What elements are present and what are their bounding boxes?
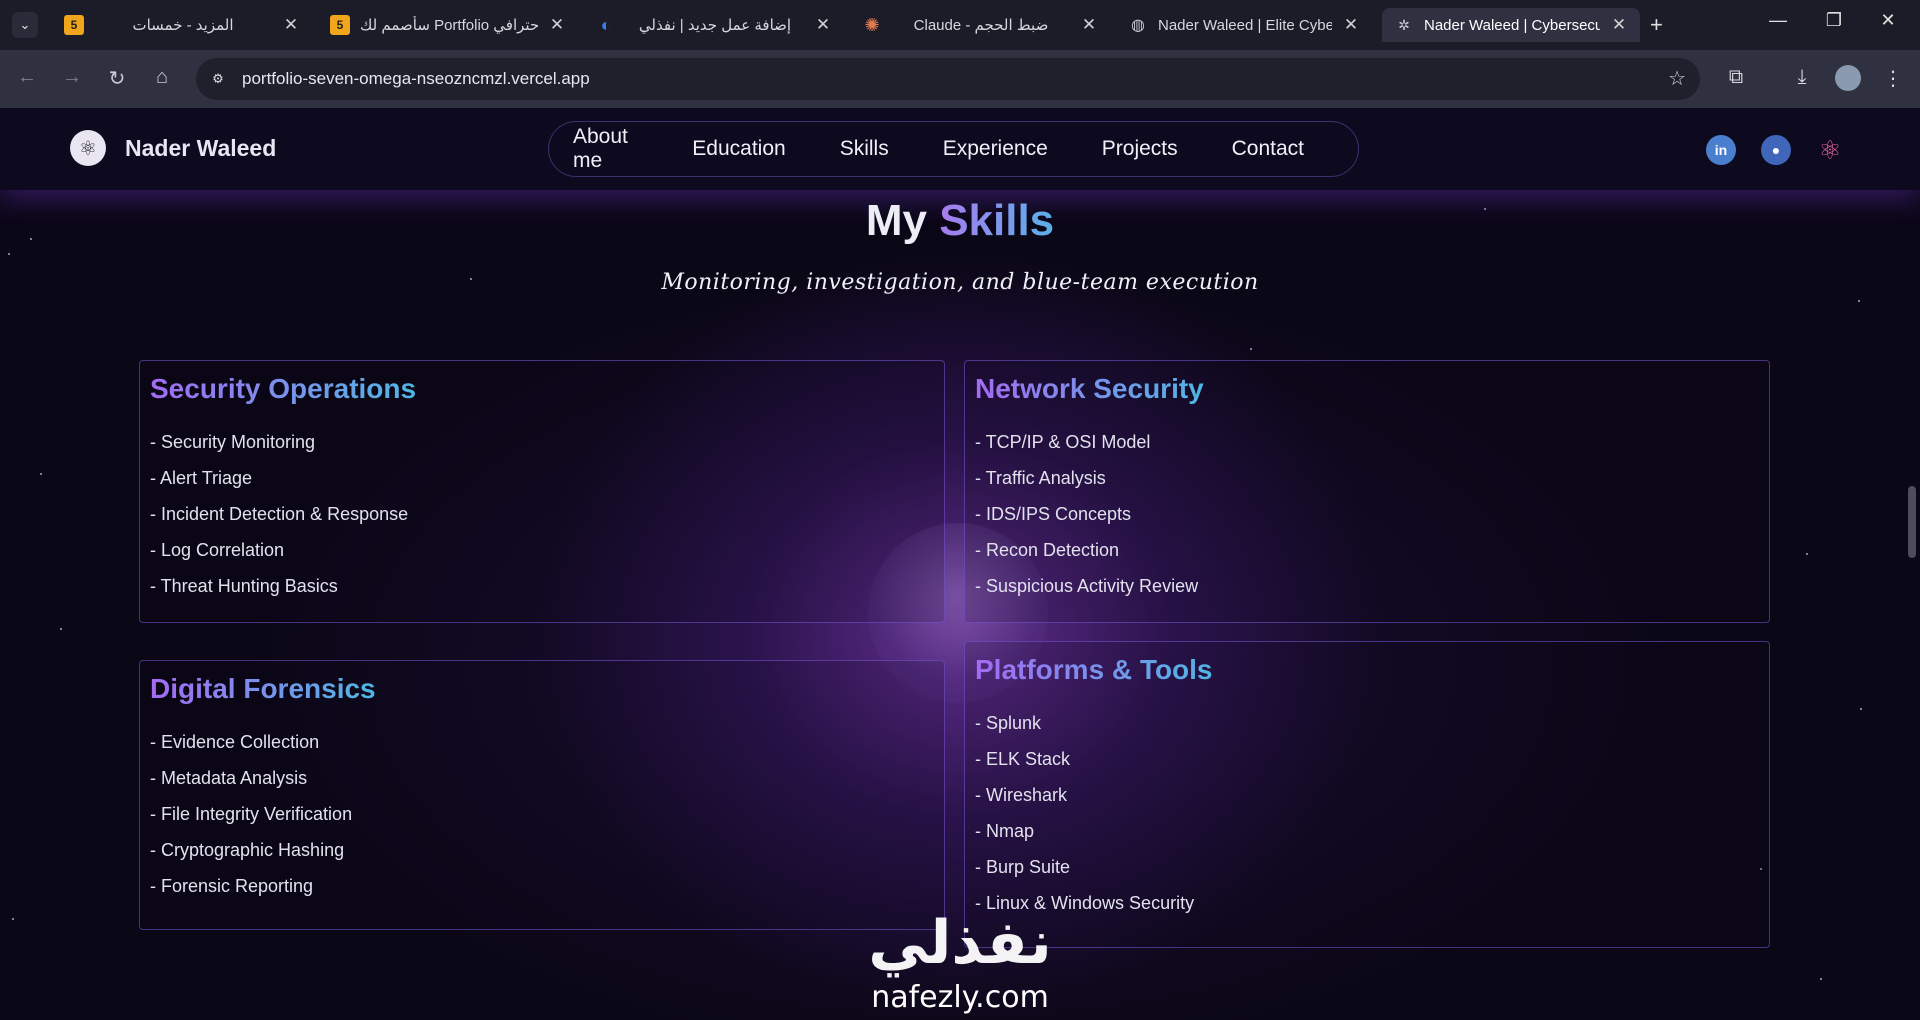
- tab-0[interactable]: 5 المزيد - خمسات ✕: [52, 8, 312, 42]
- list-item: - Incident Detection & Response: [150, 504, 409, 524]
- menu-icon[interactable]: ⋮: [1879, 66, 1907, 91]
- download-icon[interactable]: ⤓: [1788, 66, 1816, 89]
- main-menu: About me Education Skills Experience Pro…: [548, 121, 1359, 177]
- site-navbar: ⚛ Nader Waleed About me Education Skills…: [0, 108, 1920, 190]
- list-item: - Nmap: [975, 821, 1035, 841]
- list-item: - Traffic Analysis: [975, 468, 1106, 488]
- skill-list: - Security Monitoring - Alert Triage - I…: [150, 424, 408, 604]
- tab-favicon: 5: [330, 15, 350, 35]
- heading-plain: My: [865, 196, 927, 245]
- close-window-icon[interactable]: ✕: [1868, 10, 1908, 31]
- card-title: Security Operations: [150, 373, 417, 404]
- card-title: Network Security: [975, 373, 1204, 404]
- list-item: - Wireshark: [975, 785, 1068, 805]
- card-title: Platforms & Tools: [975, 654, 1213, 685]
- list-item: - Splunk: [975, 713, 1042, 733]
- tab-title: Nader Waleed | Cybersecu: [1424, 16, 1600, 34]
- tab-title: المزيد - خمسات: [132, 17, 234, 34]
- skills-heading: My Skills: [0, 196, 1920, 246]
- skill-list: - TCP/IP & OSI Model - Traffic Analysis …: [975, 424, 1198, 604]
- tab-strip: ⌄ 5 المزيد - خمسات ✕ 5 سأصمم لك Portfoli…: [0, 0, 1920, 50]
- list-item: - Forensic Reporting: [150, 876, 314, 896]
- list-item: - Metadata Analysis: [150, 768, 308, 788]
- star-icon[interactable]: ☆: [1668, 66, 1686, 91]
- skill-card-network-security: Network Security - TCP/IP & OSI Model - …: [964, 360, 1770, 623]
- list-item: - Threat Hunting Basics: [150, 576, 338, 596]
- close-icon[interactable]: ✕: [1342, 15, 1360, 35]
- tab-favicon: 5: [64, 15, 84, 35]
- tab-5-active[interactable]: ✲ Nader Waleed | Cybersecu ✕: [1382, 8, 1640, 42]
- back-icon[interactable]: ←: [14, 66, 40, 89]
- restore-icon[interactable]: ❐: [1814, 10, 1854, 31]
- tab-title: سأصمم لك Portfolio احترافي: [360, 17, 538, 34]
- list-item: - Suspicious Activity Review: [975, 576, 1199, 596]
- address-bar[interactable]: ⚙ portfolio-seven-omega-nseozncmzl.verce…: [196, 58, 1700, 100]
- list-item: - TCP/IP & OSI Model: [975, 432, 1151, 452]
- tab-2[interactable]: ◐ إضافة عمل جديد | نفذلي ✕: [584, 8, 844, 42]
- watermark-arabic: نفذلي: [868, 908, 1052, 978]
- tab-title: Nader Waleed | Elite Cyber: [1158, 16, 1332, 34]
- site-info-icon[interactable]: ⚙: [206, 67, 230, 91]
- atom-logo-icon[interactable]: ⚛: [70, 130, 106, 166]
- list-item: - Security Monitoring: [150, 432, 316, 452]
- tab-1[interactable]: 5 سأصمم لك Portfolio احترافي ✕: [318, 8, 578, 42]
- portfolio-page: ⚛ Nader Waleed About me Education Skills…: [0, 108, 1920, 1020]
- claude-favicon-icon: ✺: [864, 14, 880, 35]
- list-item: - Evidence Collection: [150, 732, 320, 752]
- page-scrollbar[interactable]: [1908, 486, 1916, 558]
- tab-3[interactable]: ✺ Claude - ضبط الحجم ✕: [850, 8, 1110, 42]
- linkedin-icon[interactable]: in: [1706, 135, 1736, 165]
- list-item: - Recon Detection: [975, 540, 1120, 560]
- url-text[interactable]: portfolio-seven-omega-nseozncmzl.vercel.…: [242, 69, 590, 89]
- nav-experience[interactable]: Experience: [943, 137, 1048, 161]
- home-icon[interactable]: ⌂: [149, 66, 175, 89]
- minimize-icon[interactable]: —: [1758, 10, 1798, 31]
- list-item: - Alert Triage: [150, 468, 253, 488]
- forward-icon[interactable]: →: [59, 66, 85, 89]
- nav-skills[interactable]: Skills: [840, 137, 889, 161]
- nav-projects[interactable]: Projects: [1102, 137, 1178, 161]
- skills-subtitle: Monitoring, investigation, and blue-team…: [661, 270, 1259, 295]
- tab-title: Claude - ضبط الحجم: [913, 17, 1049, 34]
- tab-title: إضافة عمل جديد | نفذلي: [638, 17, 792, 34]
- tab-search-icon[interactable]: ⌄: [12, 12, 38, 38]
- card-title: Digital Forensics: [150, 673, 376, 704]
- list-item: - File Integrity Verification: [150, 804, 353, 824]
- skill-card-security-operations: Security Operations - Security Monitorin…: [139, 360, 945, 623]
- globe-icon: ◍: [1131, 17, 1145, 34]
- github-icon[interactable]: ●: [1761, 135, 1791, 165]
- nav-contact[interactable]: Contact: [1232, 137, 1304, 161]
- nav-education[interactable]: Education: [692, 137, 785, 161]
- close-icon[interactable]: ✕: [814, 15, 832, 35]
- new-tab-icon[interactable]: +: [1650, 12, 1663, 38]
- list-item: - Log Correlation: [150, 540, 285, 560]
- nav-about-me[interactable]: About me: [573, 125, 638, 173]
- list-item: - Burp Suite: [975, 857, 1071, 877]
- profile-avatar[interactable]: [1835, 65, 1861, 91]
- skill-list: - Evidence Collection - Metadata Analysi…: [150, 724, 352, 904]
- extensions-icon[interactable]: ⧉: [1722, 66, 1750, 89]
- list-item: - IDS/IPS Concepts: [975, 504, 1132, 524]
- close-icon[interactable]: ✕: [282, 15, 300, 35]
- list-item: - Cryptographic Hashing: [150, 840, 345, 860]
- site-favicon-icon: ✲: [1398, 16, 1410, 33]
- skill-list: - Splunk - ELK Stack - Wireshark - Nmap …: [975, 705, 1194, 921]
- skill-card-platforms-tools: Platforms & Tools - Splunk - ELK Stack -…: [964, 641, 1770, 948]
- watermark-latin: nafezly.com: [871, 980, 1049, 1015]
- brand-name[interactable]: Nader Waleed: [125, 135, 276, 162]
- close-icon[interactable]: ✕: [548, 15, 566, 35]
- browser-toolbar: ← → ↻ ⌂ ⚙ portfolio-seven-omega-nseozncm…: [0, 50, 1920, 108]
- skill-card-digital-forensics: Digital Forensics - Evidence Collection …: [139, 660, 945, 930]
- close-icon[interactable]: ✕: [1610, 15, 1628, 35]
- tab-4[interactable]: ◍ Nader Waleed | Elite Cyber ✕: [1116, 8, 1372, 42]
- close-icon[interactable]: ✕: [1080, 15, 1098, 35]
- list-item: - ELK Stack: [975, 749, 1071, 769]
- react-icon[interactable]: ⚛: [1815, 135, 1845, 165]
- nafezly-favicon-icon: ◐: [600, 14, 612, 35]
- reload-icon[interactable]: ↻: [104, 66, 130, 91]
- heading-accent: Skills: [939, 196, 1055, 245]
